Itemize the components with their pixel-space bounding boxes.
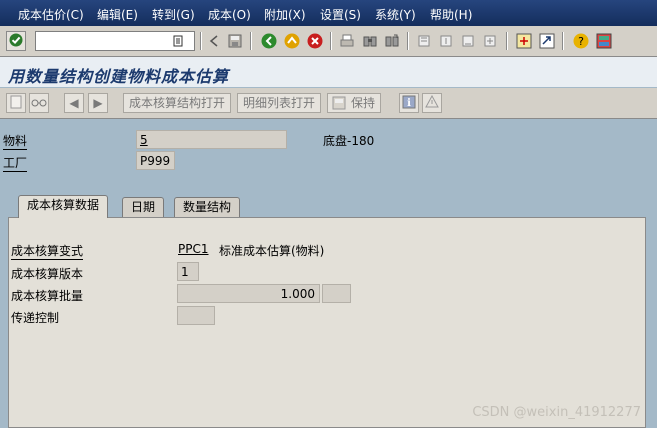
menu-settings[interactable]: 设置(S) [320,6,361,23]
previous-page-icon[interactable] [436,31,456,51]
title-bar: 用数量结构创建物料成本估算 [0,57,657,87]
transfer-control-field[interactable] [177,306,215,325]
standard-toolbar: ? [0,26,657,57]
menu-bar: 成本估价(C) 编辑(E) 转到(G) 成本(O) 附加(X) 设置(S) 系统… [0,0,657,26]
document-icon [10,95,22,112]
print-icon[interactable] [337,31,357,51]
information-button[interactable]: i [399,93,419,113]
costing-lot-size-field[interactable]: 1.000 [177,284,320,303]
last-page-icon[interactable] [480,31,500,51]
cancel-icon[interactable] [305,31,325,51]
save-costing-icon [332,96,346,115]
tab-dates[interactable]: 日期 [122,197,165,217]
application-toolbar: ◀ ▶ 成本核算结构打开 明细列表打开 保持 i [0,88,657,119]
save-icon[interactable] [225,31,245,51]
tab-costing-data[interactable]: 成本核算数据 [18,195,109,218]
new-document-button[interactable] [6,93,26,113]
previous-button[interactable]: ◀ [64,93,84,113]
costing-lot-size-unit-field[interactable] [322,284,351,303]
svg-text:i: i [407,98,411,109]
help-icon[interactable]: ? [571,31,591,51]
menu-costing-estimate[interactable]: 成本估价(C) [18,6,84,23]
warning-icon [425,94,439,112]
costing-lot-size-label: 成本核算批量 [11,289,84,303]
save-costing-label: 保持 [351,96,376,110]
page-title: 用数量结构创建物料成本估算 [8,67,230,86]
tab-qty-structure[interactable]: 数量结构 [174,197,241,217]
back-arrow-icon[interactable] [204,31,224,51]
plant-field[interactable]: P999 [136,151,175,170]
costing-version-field[interactable]: 1 [177,262,199,281]
find-next-icon[interactable] [382,31,402,51]
menu-system[interactable]: 系统(Y) [375,6,416,23]
enter-button[interactable] [6,31,26,51]
layout-menu-icon[interactable] [594,31,614,51]
command-history-icon[interactable] [170,32,186,50]
costing-data-panel: 成本核算变式 PPC1 标准成本估算(物料) 成本核算版本 1 成本核算批量 1… [8,217,646,428]
checkmark-icon [9,33,23,50]
menu-goto[interactable]: 转到(G) [152,6,195,23]
watermark: CSDN @weixin_41912277 [472,405,641,420]
first-page-icon[interactable] [414,31,434,51]
svg-text:?: ? [578,35,584,48]
costing-structure-button[interactable]: 成本核算结构打开 [123,93,232,113]
costing-variant-label: 成本核算变式 [11,244,84,260]
material-label: 物料 [3,134,28,150]
costing-variant-description: 标准成本估算(物料) [219,244,325,258]
glasses-icon [31,96,47,111]
menu-extras[interactable]: 附加(X) [264,6,306,23]
find-icon[interactable] [360,31,380,51]
menu-help[interactable]: 帮助(H) [430,6,472,23]
material-description: 底盘-180 [323,134,375,148]
menu-edit[interactable]: 编辑(E) [97,6,138,23]
menu-cost[interactable]: 成本(O) [208,6,251,23]
shortcut-icon[interactable] [537,31,557,51]
costing-variant-field[interactable]: PPC1 [175,240,213,259]
other-costing-button[interactable] [29,93,49,113]
next-page-icon[interactable] [458,31,478,51]
plant-label: 工厂 [3,156,28,172]
new-session-icon[interactable] [514,31,534,51]
material-field[interactable]: 5 [136,130,287,149]
arrow-right-icon: ▶ [93,96,103,110]
exit-icon[interactable] [282,31,302,51]
log-button[interactable] [422,93,442,113]
next-button[interactable]: ▶ [88,93,108,113]
info-icon: i [402,95,416,112]
back-icon[interactable] [259,31,279,51]
detail-list-button[interactable]: 明细列表打开 [237,93,322,113]
transfer-control-label: 传递控制 [11,311,60,325]
costing-version-label: 成本核算版本 [11,267,84,281]
arrow-left-icon: ◀ [69,96,79,110]
save-costing-button[interactable]: 保持 [327,93,382,115]
